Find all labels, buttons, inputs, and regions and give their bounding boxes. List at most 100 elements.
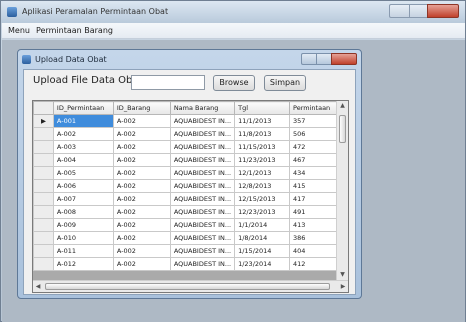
horizontal-scroll-thumb[interactable]: [45, 283, 330, 290]
scroll-right-arrow-icon[interactable]: ▶: [338, 281, 348, 292]
table-row[interactable]: A-004 A-002 AQUABIDEST IN... 11/23/2013 467: [33, 153, 348, 167]
table-cell[interactable]: AQUABIDEST IN...: [169, 179, 236, 193]
table-cell[interactable]: AQUABIDEST IN...: [169, 244, 236, 258]
table-cell[interactable]: A-002: [112, 231, 171, 245]
table-cell[interactable]: A-010: [52, 231, 114, 245]
table-cell[interactable]: A-008: [52, 205, 114, 219]
table-cell[interactable]: AQUABIDEST IN...: [169, 140, 236, 154]
table-cell[interactable]: 12/15/2013: [234, 192, 291, 206]
table-cell[interactable]: A-007: [52, 192, 114, 206]
column-header-nama-barang[interactable]: Nama Barang: [169, 101, 236, 115]
table-cell[interactable]: A-005: [52, 166, 114, 180]
browse-button[interactable]: Browse: [213, 75, 255, 91]
table-cell[interactable]: A-002: [112, 205, 171, 219]
table-cell[interactable]: A-009: [52, 218, 114, 232]
table-row[interactable]: A-005 A-002 AQUABIDEST IN... 12/1/2013 434: [33, 166, 348, 180]
table-cell[interactable]: A-002: [112, 257, 171, 271]
row-header[interactable]: [33, 205, 54, 219]
vertical-scrollbar[interactable]: ▲ ▼: [336, 101, 348, 280]
table-cell[interactable]: 11/15/2013: [234, 140, 291, 154]
table-cell[interactable]: AQUABIDEST IN...: [169, 166, 236, 180]
table-cell[interactable]: A-002: [112, 218, 171, 232]
column-header-id-permintaan[interactable]: ID_Permintaan: [52, 101, 114, 115]
table-cell[interactable]: AQUABIDEST IN...: [169, 218, 236, 232]
table-cell[interactable]: A-002: [112, 166, 171, 180]
table-cell[interactable]: A-003: [52, 140, 114, 154]
table-cell[interactable]: 1/23/2014: [234, 257, 291, 271]
child-maximize-button[interactable]: [316, 53, 331, 65]
table-cell[interactable]: A-012: [52, 257, 114, 271]
row-header[interactable]: [33, 244, 54, 258]
table-cell[interactable]: 1/8/2014: [234, 231, 291, 245]
child-minimize-button[interactable]: [301, 53, 316, 65]
data-table: ID_Permintaan ID_Barang Nama Barang Tgl …: [33, 101, 348, 271]
table-row[interactable]: A-002 A-002 AQUABIDEST IN... 11/8/2013 506: [33, 127, 348, 141]
row-header[interactable]: [33, 127, 54, 141]
table-row[interactable]: A-010 A-002 AQUABIDEST IN... 1/8/2014 386: [33, 231, 348, 245]
table-cell[interactable]: AQUABIDEST IN...: [169, 257, 236, 271]
table-cell[interactable]: A-002: [112, 153, 171, 167]
table-cell[interactable]: A-002: [112, 127, 171, 141]
scroll-down-arrow-icon[interactable]: ▼: [337, 270, 348, 280]
table-cell[interactable]: A-011: [52, 244, 114, 258]
child-close-button[interactable]: [331, 53, 357, 65]
table-cell[interactable]: AQUABIDEST IN...: [169, 153, 236, 167]
app-icon: [7, 7, 17, 17]
table-cell[interactable]: 1/1/2014: [234, 218, 291, 232]
table-cell[interactable]: 11/8/2013: [234, 127, 291, 141]
minimize-button[interactable]: [389, 4, 409, 18]
column-header-id-barang[interactable]: ID_Barang: [112, 101, 171, 115]
menu-item-permintaan-barang[interactable]: Permintaan Barang: [36, 26, 113, 35]
table-body: ▶ A-001 A-002 AQUABIDEST IN... 11/1/2013 357 A…: [33, 114, 348, 271]
maximize-button[interactable]: [409, 4, 427, 18]
table-cell[interactable]: 12/8/2013: [234, 179, 291, 193]
horizontal-scrollbar[interactable]: ◀ ▶: [33, 280, 348, 292]
table-row[interactable]: A-007 A-002 AQUABIDEST IN... 12/15/2013 417: [33, 192, 348, 206]
file-path-input[interactable]: [131, 75, 205, 90]
table-cell[interactable]: A-004: [52, 153, 114, 167]
column-header-tgl[interactable]: Tgl: [234, 101, 291, 115]
row-header[interactable]: [33, 153, 54, 167]
table-row[interactable]: A-006 A-002 AQUABIDEST IN... 12/8/2013 415: [33, 179, 348, 193]
table-cell[interactable]: A-002: [112, 179, 171, 193]
table-cell[interactable]: AQUABIDEST IN...: [169, 192, 236, 206]
menu-item-menu[interactable]: Menu: [8, 26, 30, 35]
table-cell[interactable]: A-002: [112, 192, 171, 206]
table-cell[interactable]: AQUABIDEST IN...: [169, 127, 236, 141]
table-cell[interactable]: A-002: [112, 244, 171, 258]
table-cell[interactable]: AQUABIDEST IN...: [169, 231, 236, 245]
row-header[interactable]: [33, 166, 54, 180]
data-grid[interactable]: ID_Permintaan ID_Barang Nama Barang Tgl …: [32, 100, 349, 293]
row-header[interactable]: [33, 179, 54, 193]
table-cell[interactable]: 12/1/2013: [234, 166, 291, 180]
row-header[interactable]: [33, 257, 54, 271]
table-cell[interactable]: A-006: [52, 179, 114, 193]
table-cell[interactable]: 11/23/2013: [234, 153, 291, 167]
current-row-indicator-icon[interactable]: ▶: [33, 114, 54, 128]
row-header[interactable]: [33, 192, 54, 206]
scroll-up-arrow-icon[interactable]: ▲: [337, 101, 348, 111]
table-row[interactable]: ▶ A-001 A-002 AQUABIDEST IN... 11/1/2013 357: [33, 114, 348, 128]
table-cell[interactable]: A-001: [52, 114, 114, 128]
table-cell[interactable]: A-002: [112, 114, 171, 128]
table-row[interactable]: A-008 A-002 AQUABIDEST IN... 12/23/2013 491: [33, 205, 348, 219]
upload-window-title-bar[interactable]: Upload Data Obat: [18, 50, 361, 69]
table-cell[interactable]: 11/1/2013: [234, 114, 291, 128]
scroll-left-arrow-icon[interactable]: ◀: [33, 281, 43, 292]
vertical-scroll-thumb[interactable]: [339, 115, 346, 143]
row-header[interactable]: [33, 218, 54, 232]
row-header[interactable]: [33, 231, 54, 245]
table-row[interactable]: A-009 A-002 AQUABIDEST IN... 1/1/2014 413: [33, 218, 348, 232]
table-row[interactable]: A-003 A-002 AQUABIDEST IN... 11/15/2013 472: [33, 140, 348, 154]
row-header[interactable]: [33, 140, 54, 154]
table-cell[interactable]: A-002: [112, 140, 171, 154]
table-cell[interactable]: AQUABIDEST IN...: [169, 114, 236, 128]
table-cell[interactable]: A-002: [52, 127, 114, 141]
simpan-button[interactable]: Simpan: [264, 75, 306, 91]
table-cell[interactable]: 12/23/2013: [234, 205, 291, 219]
table-row[interactable]: A-012 A-002 AQUABIDEST IN... 1/23/2014 412: [33, 257, 348, 271]
close-button[interactable]: [427, 4, 459, 18]
table-cell[interactable]: 1/15/2014: [234, 244, 291, 258]
table-row[interactable]: A-011 A-002 AQUABIDEST IN... 1/15/2014 404: [33, 244, 348, 258]
table-cell[interactable]: AQUABIDEST IN...: [169, 205, 236, 219]
